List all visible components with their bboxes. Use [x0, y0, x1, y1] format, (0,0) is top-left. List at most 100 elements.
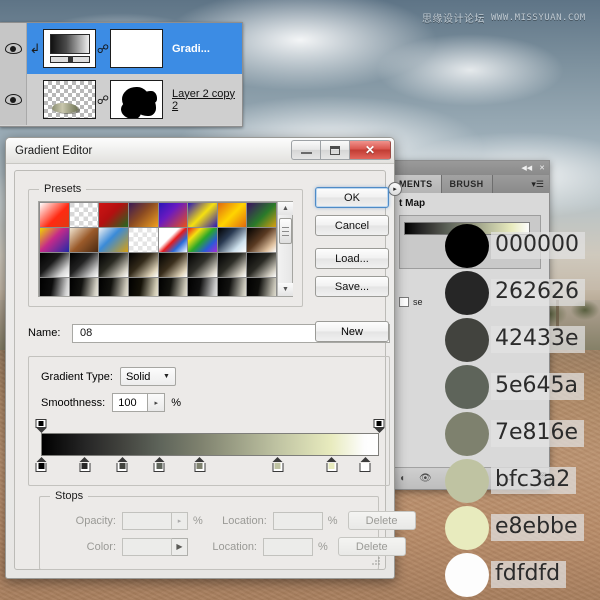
window-controls[interactable]: ✕: [291, 140, 391, 160]
color-swatch-hex-label: bfc3a2: [491, 467, 577, 494]
stops-label: Stops: [50, 490, 89, 502]
layer-mask-thumbnail[interactable]: [110, 29, 163, 68]
preset-swatch[interactable]: [69, 278, 99, 296]
preset-swatch[interactable]: [217, 203, 247, 227]
preset-swatch[interactable]: [128, 278, 158, 296]
preset-swatch[interactable]: [69, 228, 99, 252]
preset-swatch[interactable]: [69, 203, 99, 227]
color-swatch-field: [122, 537, 172, 556]
preset-swatch[interactable]: [217, 228, 247, 252]
preset-swatch[interactable]: [158, 253, 188, 277]
resize-grip[interactable]: [371, 556, 382, 567]
preset-swatch[interactable]: [188, 228, 217, 252]
tab-strip-spacer: ▾☰: [492, 175, 549, 193]
color-stop-marker[interactable]: [272, 457, 284, 472]
tab-brush[interactable]: BRUSH: [441, 175, 493, 193]
clip-to-layer-icon[interactable]: ◖: [399, 473, 405, 484]
layer-row[interactable]: ↲ ☍ Gradi...: [0, 23, 242, 74]
preset-swatch[interactable]: [247, 278, 276, 296]
color-stop-marker[interactable]: [326, 457, 338, 472]
gradient-type-label: Gradient Type:: [41, 370, 113, 383]
preset-swatch[interactable]: [158, 203, 188, 227]
preset-swatch[interactable]: [188, 278, 217, 296]
preset-swatch[interactable]: [217, 253, 247, 277]
preset-swatch[interactable]: [247, 228, 276, 252]
opacity-stop-marker[interactable]: [373, 419, 385, 433]
preset-swatch[interactable]: [158, 278, 188, 296]
presets-menu-icon[interactable]: ▸: [388, 182, 402, 196]
color-stop-marker[interactable]: [116, 457, 128, 472]
color-stop-marker[interactable]: [194, 457, 206, 472]
preset-swatch[interactable]: [99, 203, 128, 227]
layer-visibility-toggle[interactable]: [0, 23, 27, 74]
save-button[interactable]: Save...: [315, 276, 389, 297]
delete-opacity-stop-button: Delete: [347, 511, 416, 530]
new-button[interactable]: New: [315, 321, 389, 342]
layer-row[interactable]: ↲ ☍ Layer 2 copy 2: [0, 74, 242, 125]
maximize-button[interactable]: [320, 140, 349, 160]
ok-button[interactable]: OK: [315, 187, 389, 208]
layer-visibility-toggle[interactable]: [0, 74, 27, 125]
dialog-body: Presets ▸ ▲ ▼ OK Cancel Load... Save... …: [6, 164, 416, 578]
color-stop-marker[interactable]: [153, 457, 165, 472]
reverse-checkbox[interactable]: [399, 297, 409, 307]
link-icon[interactable]: ☍: [96, 94, 110, 106]
preset-swatch[interactable]: [99, 278, 128, 296]
panel-menu-icon[interactable]: ▾☰: [531, 179, 544, 190]
preset-swatch[interactable]: [69, 253, 99, 277]
eye-icon: [4, 94, 22, 105]
collapse-panel-icon[interactable]: ◀◀: [521, 164, 532, 172]
gradient-preview-bar[interactable]: [41, 433, 379, 456]
preset-swatch[interactable]: [128, 228, 158, 252]
link-icon[interactable]: ☍: [96, 43, 110, 55]
preset-swatch-grid[interactable]: [39, 202, 277, 296]
layers-panel[interactable]: ↲ ☍ Gradi... ↲ ☍ Layer 2 copy 2: [0, 22, 243, 127]
preset-swatch[interactable]: [158, 228, 188, 252]
watermark-url: WWW.MISSYUAN.COM: [491, 12, 586, 23]
close-icon[interactable]: ✕: [539, 164, 545, 172]
layer-thumbnail-gradient[interactable]: [43, 29, 96, 68]
scrollbar-thumb[interactable]: [279, 218, 292, 244]
preset-swatch[interactable]: [40, 278, 69, 296]
opacity-input: [122, 511, 172, 530]
preset-swatch[interactable]: [247, 203, 276, 227]
layer-mask-thumbnail[interactable]: [110, 80, 163, 119]
preset-swatch[interactable]: [40, 203, 69, 227]
presets-scrollbar[interactable]: ▲ ▼: [277, 202, 293, 296]
layer-thumbnail[interactable]: [43, 80, 96, 119]
gradient-editor-dialog[interactable]: Gradient Editor ✕ Presets ▸ ▲ ▼ OK Cance…: [5, 137, 416, 579]
opacity-stop-marker[interactable]: [35, 419, 47, 433]
preset-swatch[interactable]: [128, 253, 158, 277]
preset-swatch[interactable]: [99, 253, 128, 277]
cancel-button[interactable]: Cancel: [315, 215, 389, 236]
preset-swatch[interactable]: [99, 228, 128, 252]
scroll-up-icon[interactable]: ▲: [278, 202, 293, 215]
gradient-bar-area[interactable]: [35, 419, 385, 475]
color-swatch-item: 7e816e: [445, 410, 600, 457]
smoothness-stepper[interactable]: ▸: [148, 393, 166, 412]
panel-tab-strip[interactable]: MENTS BRUSH ▾☰: [391, 175, 549, 193]
preset-swatch[interactable]: [188, 203, 217, 227]
reverse-checkbox-row[interactable]: se: [399, 297, 423, 307]
preset-swatch[interactable]: [217, 278, 247, 296]
preset-swatch[interactable]: [40, 253, 69, 277]
presets-list[interactable]: ▲ ▼: [38, 201, 293, 297]
color-stop-marker[interactable]: [79, 457, 91, 472]
color-stop-marker[interactable]: [359, 457, 371, 472]
eye-icon[interactable]: 👁: [419, 473, 432, 484]
preset-swatch[interactable]: [247, 253, 276, 277]
gradient-type-value: Solid: [125, 370, 151, 383]
scroll-down-icon[interactable]: ▼: [278, 283, 293, 296]
minimize-button[interactable]: [291, 140, 320, 160]
color-location-unit: %: [318, 540, 328, 553]
preset-swatch[interactable]: [128, 203, 158, 227]
preset-swatch[interactable]: [40, 228, 69, 252]
load-button[interactable]: Load...: [315, 248, 389, 269]
gradient-type-select[interactable]: Solid ▼: [119, 367, 176, 386]
smoothness-row: Smoothness: 100 ▸ %: [41, 393, 181, 412]
preset-swatch[interactable]: [188, 253, 217, 277]
color-stop-marker[interactable]: [35, 457, 47, 472]
dialog-titlebar[interactable]: Gradient Editor ✕: [6, 138, 394, 164]
close-button[interactable]: ✕: [349, 140, 391, 160]
smoothness-input[interactable]: 100: [112, 393, 149, 412]
